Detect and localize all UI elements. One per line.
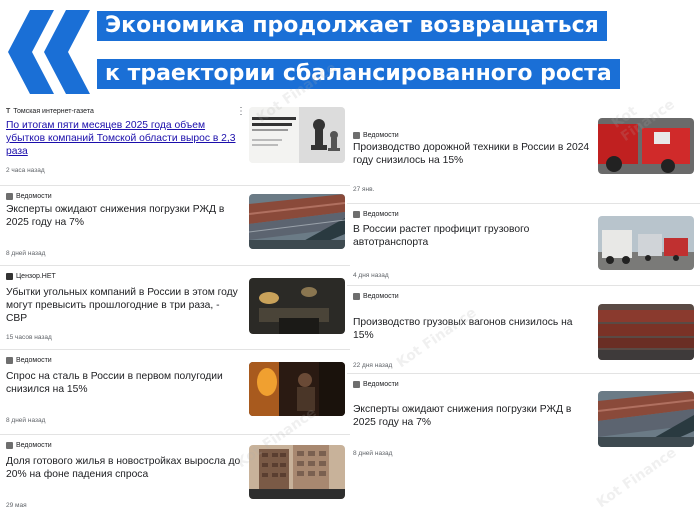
page-title-line-1: Экономика продолжает возвращаться [97,11,607,41]
news-time: 4 дня назад [353,272,389,279]
news-source: T Томская интернет-газета [6,108,94,115]
road-machinery-icon [598,118,694,174]
rail-wagons-icon [249,194,345,249]
news-time: 8 дней назад [6,417,46,424]
document-chess-icon [249,107,345,163]
news-source: Ведомости [353,132,399,139]
news-source: Ведомости [6,357,52,364]
news-time: 2 часа назад [6,167,45,174]
news-headline[interactable]: Эксперты ожидают снижения погрузки РЖД в… [353,403,593,429]
news-time: 29 мая [6,502,27,509]
news-time: 8 дней назад [6,250,46,257]
news-headline[interactable]: Эксперты ожидают снижения погрузки РЖД в… [6,203,242,229]
double-chevron-left-icon [8,10,90,94]
news-card[interactable]: Ведомости Доля готового жилья в новостро… [0,435,350,510]
news-headline[interactable]: Доля готового жилья в новостройках вырос… [6,455,242,481]
news-card[interactable]: Ведомости Эксперты ожидают снижения погр… [0,186,350,266]
news-headline[interactable]: Убытки угольных компаний в России в этом… [6,286,242,325]
news-headline[interactable]: По итогам пяти месяцев 2025 года объем у… [6,119,242,158]
news-source: Ведомости [353,211,399,218]
publisher-logo-icon [353,381,360,388]
news-source: Ведомости [6,193,52,200]
page-title-line-2: к траектории сбалансированного роста [97,59,620,89]
news-headline[interactable]: Производство грузовых вагонов снизилось … [353,316,593,342]
news-source: Ведомости [353,381,399,388]
publisher-logo-icon [6,357,13,364]
news-card[interactable]: Ведомости В России растет профицит грузо… [347,204,700,286]
news-card[interactable]: Ведомости Производство грузовых вагонов … [347,286,700,374]
news-card[interactable]: Ведомости Эксперты ожидают снижения погр… [347,374,700,465]
rail-wagons-icon [598,391,694,447]
more-options-icon[interactable]: ⋮ [236,107,246,117]
trucks-icon [598,216,694,270]
publisher-logo-icon [6,273,13,280]
news-time: 15 часов назад [6,334,52,341]
publisher-logo-icon [6,442,13,449]
news-time: 22 дня назад [353,362,393,369]
publisher-logo-icon [353,132,360,139]
news-source: Ведомости [353,293,399,300]
news-headline[interactable]: Производство дорожной техники в России в… [353,141,593,167]
publisher-logo-icon: T [6,108,11,115]
building-icon [249,445,345,499]
publisher-logo-icon [6,193,13,200]
news-headline[interactable]: Спрос на сталь в России в первом полугод… [6,370,242,396]
freight-wagons-icon [598,304,694,360]
steelworker-icon [249,362,345,416]
news-source: Ведомости [6,442,52,449]
publisher-logo-icon [353,293,360,300]
news-card[interactable]: T Томская интернет-газета ⋮ По итогам пя… [0,101,350,186]
news-card[interactable]: Ведомости Спрос на сталь в России в перв… [0,350,350,435]
news-card[interactable]: Ведомости Производство дорожной техники … [347,118,700,204]
news-headline[interactable]: В России растет профицит грузового автот… [353,223,593,249]
news-source: Цензор.НЕТ [6,273,56,280]
news-time: 27 янв. [353,186,375,193]
news-time: 8 дней назад [353,450,393,457]
news-card[interactable]: Цензор.НЕТ Убытки угольных компаний в Ро… [0,266,350,350]
publisher-logo-icon [353,211,360,218]
coal-mine-icon [249,278,345,334]
